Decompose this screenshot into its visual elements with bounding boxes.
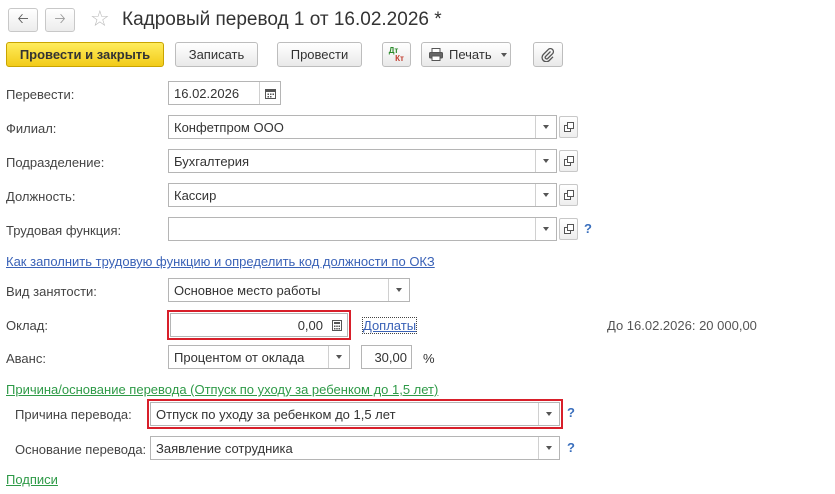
reason-group-toggle[interactable]: Причина/основание перевода (Отпуск по ух… — [6, 382, 438, 397]
labor-function-dropdown-button[interactable] — [535, 218, 556, 240]
department-value: Бухгалтерия — [174, 153, 250, 169]
position-dropdown-button[interactable] — [535, 184, 556, 206]
salary-label: Оклад: — [6, 318, 48, 333]
position-value: Кассир — [174, 187, 217, 203]
back-button[interactable]: 🡠 — [8, 8, 38, 32]
reason-help-icon[interactable]: ? — [567, 405, 575, 420]
advance-label: Аванс: — [6, 351, 46, 366]
reason-label: Причина перевода: — [15, 407, 132, 422]
post-and-close-button[interactable]: Провести и закрыть — [6, 42, 164, 67]
employment-type-value: Основное место работы — [174, 282, 321, 298]
chevron-down-icon — [336, 355, 342, 359]
transfer-date-field[interactable]: 16.02.2026 — [168, 81, 281, 105]
calendar-icon — [264, 88, 276, 99]
open-form-icon — [563, 224, 574, 234]
attach-button[interactable] — [533, 42, 563, 67]
open-form-icon — [563, 190, 574, 200]
surcharges-link[interactable]: Доплаты — [361, 317, 418, 334]
department-dropdown-button[interactable] — [535, 150, 556, 172]
post-button[interactable]: Провести — [277, 42, 362, 67]
department-open-button[interactable] — [559, 150, 578, 172]
print-button[interactable]: Печать — [421, 42, 511, 67]
labor-function-field[interactable] — [168, 217, 557, 241]
save-button[interactable]: Записать — [175, 42, 258, 67]
basis-dropdown-button[interactable] — [538, 437, 559, 459]
reason-dropdown-button[interactable] — [538, 403, 559, 425]
forward-button[interactable]: 🡢 — [45, 8, 75, 32]
printer-icon — [429, 48, 443, 61]
previous-salary-hint: До 16.02.2026: 20 000,00 — [607, 318, 757, 333]
chevron-down-icon — [546, 446, 552, 450]
calculator-icon — [332, 319, 342, 331]
chevron-down-icon — [396, 288, 402, 292]
calendar-button[interactable] — [259, 82, 280, 104]
print-label: Печать — [449, 47, 492, 62]
okz-help-link[interactable]: Как заполнить трудовую функцию и определ… — [6, 254, 435, 269]
branch-open-button[interactable] — [559, 116, 578, 138]
arrow-left-icon: 🡠 — [17, 10, 29, 26]
percent-sign: % — [423, 351, 435, 366]
position-field[interactable]: Кассир — [168, 183, 557, 207]
dt-kt-icon-bottom: Кт — [395, 53, 404, 63]
salary-field[interactable]: 0,00 — [167, 310, 351, 340]
chevron-down-icon — [543, 125, 549, 129]
labor-function-open-button[interactable] — [559, 218, 578, 240]
labor-function-help-icon[interactable]: ? — [584, 221, 592, 236]
calculator-button[interactable] — [327, 314, 347, 336]
branch-field[interactable]: Конфетпром ООО — [168, 115, 557, 139]
open-form-icon — [563, 122, 574, 132]
basis-value: Заявление сотрудника — [156, 440, 293, 456]
favorite-star-icon[interactable]: ☆ — [90, 6, 110, 32]
advance-percent-value: 30,00 — [374, 349, 407, 365]
labor-function-label: Трудовая функция: — [6, 223, 122, 238]
chevron-down-icon — [543, 193, 549, 197]
reason-value: Отпуск по уходу за ребенком до 1,5 лет — [156, 406, 396, 422]
transfer-date-label: Перевести: — [6, 87, 75, 102]
employment-type-field[interactable]: Основное место работы — [168, 278, 410, 302]
page-title: Кадровый перевод 1 от 16.02.2026 * — [122, 9, 442, 30]
salary-value: 0,00 — [297, 317, 323, 333]
position-label: Должность: — [6, 189, 76, 204]
branch-value: Конфетпром ООО — [174, 119, 284, 135]
chevron-down-icon — [543, 159, 549, 163]
employment-type-dropdown-button[interactable] — [388, 279, 409, 301]
department-field[interactable]: Бухгалтерия — [168, 149, 557, 173]
arrow-right-icon: 🡢 — [54, 10, 66, 26]
paperclip-icon — [541, 47, 555, 62]
position-open-button[interactable] — [559, 184, 578, 206]
basis-field[interactable]: Заявление сотрудника — [150, 436, 560, 460]
advance-type-value: Процентом от оклада — [174, 349, 305, 365]
transfer-date-value: 16.02.2026 — [174, 85, 240, 101]
chevron-down-icon — [543, 227, 549, 231]
advance-type-dropdown-button[interactable] — [328, 346, 349, 368]
dt-kt-button[interactable]: Дт Кт — [382, 42, 411, 67]
advance-type-field[interactable]: Процентом от оклада — [168, 345, 350, 369]
chevron-down-icon — [546, 412, 552, 416]
employment-type-label: Вид занятости: — [6, 284, 97, 299]
reason-field[interactable]: Отпуск по уходу за ребенком до 1,5 лет — [147, 399, 563, 429]
branch-dropdown-button[interactable] — [535, 116, 556, 138]
basis-help-icon[interactable]: ? — [567, 440, 575, 455]
open-form-icon — [563, 156, 574, 166]
chevron-down-icon — [500, 52, 507, 57]
department-label: Подразделение: — [6, 155, 105, 170]
advance-percent-field[interactable]: 30,00 — [361, 345, 412, 369]
signatures-toggle[interactable]: Подписи — [6, 472, 58, 487]
branch-label: Филиал: — [6, 121, 57, 136]
basis-label: Основание перевода: — [15, 442, 147, 457]
